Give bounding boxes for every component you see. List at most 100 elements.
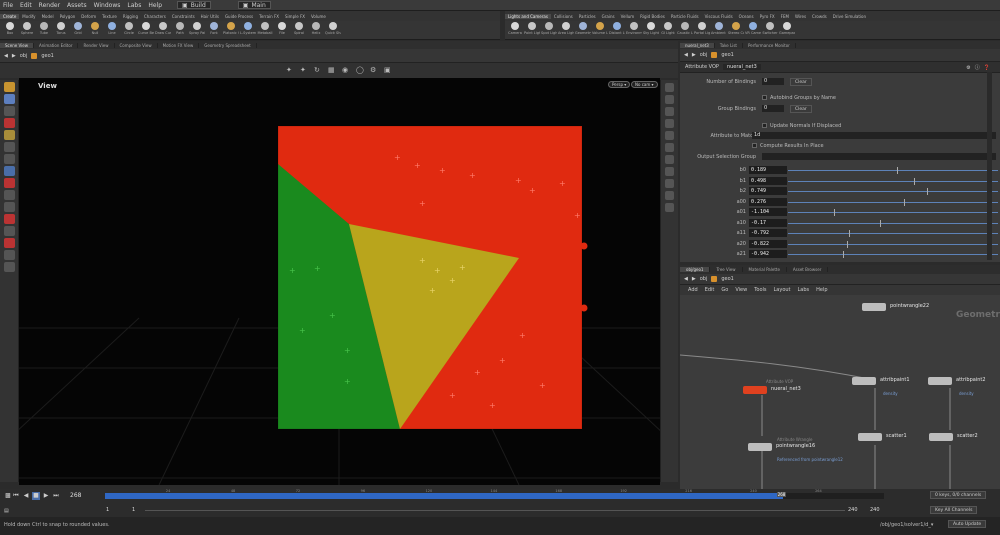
forward-arrow-icon[interactable]: ▶ — [12, 53, 16, 59]
slider-value-field[interactable]: -0.17 — [749, 218, 787, 227]
tool-grid[interactable]: Grid — [72, 21, 84, 39]
move-tool-icon[interactable] — [4, 142, 15, 152]
desktop-selector[interactable]: ▣ Main — [237, 1, 271, 9]
points-icon[interactable] — [665, 143, 674, 152]
tab-animation-editor[interactable]: Animation Editor — [34, 42, 79, 48]
slider-track[interactable] — [788, 170, 998, 171]
tool-spot-light[interactable]: Spot Light — [541, 21, 557, 39]
tool-portal-light[interactable]: Portal Light — [694, 21, 710, 39]
path-node[interactable]: geo1 — [41, 53, 54, 59]
tool-spiral[interactable]: Spiral — [293, 21, 305, 39]
slider-value-field[interactable]: 0.749 — [749, 187, 787, 195]
tool-ambient-light[interactable]: Ambient Light — [711, 21, 727, 39]
handle-icon[interactable]: ◯ — [356, 66, 364, 74]
rotate-tool-icon[interactable]: ↻ — [314, 66, 320, 74]
slider-value-field[interactable]: -0.822 — [749, 239, 787, 248]
tool-stereo-camera[interactable]: Stereo Camera — [728, 21, 744, 39]
tool-box[interactable]: Box — [4, 21, 16, 39]
scale-tool-icon[interactable] — [4, 166, 15, 176]
group-bindings-clear[interactable]: Clear — [790, 105, 812, 113]
tab-take-list[interactable]: Take List — [715, 42, 743, 48]
params-header-icons[interactable]: ⚙ⓘ❓ — [966, 64, 994, 71]
slider-track[interactable] — [788, 212, 998, 213]
tool-l-system[interactable]: L-System — [240, 21, 256, 39]
update-normals-checkbox[interactable] — [762, 123, 767, 128]
shelf-tab-texture[interactable]: Texture — [99, 14, 120, 19]
handle-point-top[interactable] — [580, 242, 588, 250]
slider-track[interactable] — [788, 222, 998, 224]
shelf-tab-viscous-fluids[interactable]: Viscous Fluids — [702, 14, 736, 19]
slider-value-field[interactable]: 0.498 — [749, 176, 787, 185]
node-name-field[interactable]: nueral_net3 — [722, 64, 761, 70]
tab-performance-monitor[interactable]: Performance Monitor — [743, 42, 796, 48]
shelf-tab-fem[interactable]: FEM — [778, 14, 792, 19]
slider-track[interactable] — [788, 243, 998, 245]
tool-area-light[interactable]: Area Light — [558, 21, 574, 39]
key-all-channels-button[interactable]: Key All Channels — [930, 506, 978, 514]
slider-value-field[interactable]: -1.104 — [749, 208, 787, 216]
normals-icon[interactable] — [665, 155, 674, 164]
display-option-icon[interactable] — [665, 83, 674, 92]
shelf-tab-grains[interactable]: Grains — [599, 14, 618, 19]
slider-knob[interactable] — [914, 177, 915, 185]
node-scatter2[interactable] — [929, 433, 953, 441]
select-tool-icon[interactable]: ✦ — [286, 66, 292, 74]
wireframe-icon[interactable] — [665, 95, 674, 104]
slider-knob[interactable] — [842, 251, 844, 258]
vertex-icon[interactable] — [665, 167, 674, 176]
slider-value-field[interactable]: -0.942 — [749, 250, 787, 258]
tool-camera[interactable]: Camera — [508, 21, 522, 39]
jump-start-icon[interactable]: ⏮ — [12, 492, 20, 500]
scale-tool-icon[interactable]: ▦ — [328, 66, 335, 74]
output-group-field[interactable] — [762, 153, 996, 160]
tab-composite-view[interactable]: Composite View — [115, 42, 158, 48]
tool-tube[interactable]: Tube — [38, 21, 50, 39]
slider-knob[interactable] — [903, 198, 905, 206]
tool-circle[interactable]: Circle — [123, 21, 135, 39]
slider-track[interactable] — [788, 180, 998, 182]
menu-windows[interactable]: Windows — [94, 2, 121, 9]
slider-value-field[interactable]: -0.792 — [749, 229, 787, 237]
shelf-tab-lights-and-cameras[interactable]: Lights and Cameras — [505, 13, 551, 19]
back-arrow-icon[interactable]: ◀ — [4, 53, 8, 59]
tool-environment-light[interactable]: Environment Light — [626, 21, 642, 39]
tab-motion-fx-view[interactable]: Motion FX View — [158, 42, 200, 48]
attr-to-match-field[interactable]: 1d — [752, 132, 996, 139]
keys-channels-indicator[interactable]: 0 keys, 0/0 channels — [930, 491, 987, 499]
scene-viewport[interactable]: + + + + + + + + + + + + + + + + + + + + + + + + + + View … — [19, 78, 660, 485]
tool-vr-camera[interactable]: VR Camera — [745, 21, 761, 39]
menu-render[interactable]: Render — [39, 2, 60, 9]
slider-track[interactable] — [788, 191, 998, 192]
move-tool-icon[interactable]: ✦ — [300, 66, 306, 74]
autobind-checkbox[interactable] — [762, 95, 767, 100]
persp-button[interactable]: Persp ▾ — [608, 81, 631, 88]
shelf-tab-particles[interactable]: Particles — [576, 14, 599, 19]
range-icon[interactable]: ▤ — [4, 508, 9, 514]
range-end-field-2[interactable]: 240 — [870, 507, 880, 513]
range-slider[interactable] — [145, 510, 845, 511]
status-path[interactable]: /obj/geo1/solver1/d_▾ — [880, 522, 933, 528]
camera-button[interactable]: No cam ▾ — [631, 81, 658, 88]
viewport-canvas[interactable]: + + + + + + + + + + + + + + + + + + + + + + + + + + — [19, 78, 660, 485]
stop-icon[interactable]: ■ — [32, 492, 40, 500]
tool-gamepad-camera[interactable]: Gamepad Camera — [779, 21, 795, 39]
tool-curve-bezier[interactable]: Curve Bezier — [138, 21, 154, 39]
shelf-tab-guide-process[interactable]: Guide Process — [222, 14, 256, 19]
shelf-tab-rigging[interactable]: Rigging — [120, 14, 141, 19]
tool-distant-light[interactable]: Distant Light — [609, 21, 625, 39]
slider-knob[interactable] — [880, 219, 882, 227]
slider-knob[interactable] — [926, 188, 928, 195]
visibility-icon[interactable]: ⚙ — [370, 66, 376, 74]
tab-nueral-net3[interactable]: nueral_net3 — [680, 42, 715, 48]
handle-tool-icon[interactable] — [4, 118, 15, 128]
menu-labs[interactable]: Labs — [127, 2, 141, 9]
playback-options-icon[interactable]: ▩ — [4, 492, 12, 500]
shelf-tab-simple-fx[interactable]: Simple FX — [282, 14, 308, 19]
shelf-tab-modify[interactable]: Modify — [19, 14, 38, 19]
range-start-field-2[interactable]: 1 — [132, 507, 135, 513]
shelf-tab-polygon[interactable]: Polygon — [57, 14, 79, 19]
slider-knob[interactable] — [834, 209, 836, 216]
num-bindings-clear[interactable]: Clear — [790, 78, 812, 86]
network-editor[interactable]: obj/geo1 Tree View Material Palette Asset B… — [680, 265, 1000, 491]
path-context[interactable]: obj — [700, 52, 708, 58]
